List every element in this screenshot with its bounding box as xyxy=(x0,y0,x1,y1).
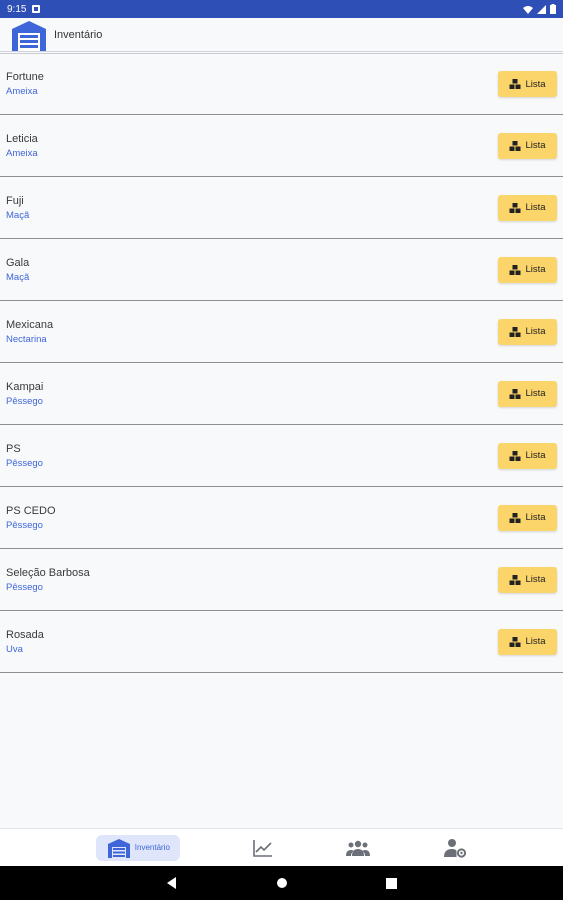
nav-inventario[interactable]: Inventário xyxy=(96,834,181,861)
lista-button[interactable]: Lista xyxy=(498,256,557,283)
list-item: Leticia Ameixa Lista xyxy=(0,115,563,177)
group-icon xyxy=(345,840,370,856)
user-settings-icon xyxy=(443,838,466,858)
list-item: PS CEDO Pêssego Lista xyxy=(0,487,563,549)
warehouse-icon xyxy=(107,838,130,858)
signal-icon xyxy=(537,4,546,14)
item-name: Gala xyxy=(6,256,30,269)
list-item: Rosada Uva Lista xyxy=(0,611,563,673)
item-name: Leticia xyxy=(6,132,38,145)
list-item: PS Pêssego Lista xyxy=(0,425,563,487)
lista-button[interactable]: Lista xyxy=(498,71,557,97)
item-name: PS xyxy=(6,442,21,455)
item-name: Seleção Barbosa xyxy=(6,566,90,579)
item-type: Maçã xyxy=(6,209,30,221)
lista-label: Lista xyxy=(525,574,546,585)
lista-label: Lista xyxy=(525,202,546,213)
item-type: Pêssego xyxy=(6,581,43,593)
boxes-icon xyxy=(509,264,521,275)
android-nav-bar xyxy=(0,866,563,900)
home-icon[interactable] xyxy=(276,877,288,889)
list-item: Fortune Ameixa Lista xyxy=(0,53,563,115)
lista-button[interactable]: Lista xyxy=(498,380,557,407)
lista-button[interactable]: Lista xyxy=(498,628,557,655)
item-type: Pêssego xyxy=(6,457,43,469)
list-item: Gala Maçã Lista xyxy=(0,239,563,301)
chart-icon xyxy=(253,839,273,857)
boxes-icon xyxy=(509,326,521,337)
lista-label: Lista xyxy=(525,512,546,523)
nav-chart[interactable] xyxy=(253,835,273,861)
boxes-icon xyxy=(509,202,521,213)
status-time: 9:15 xyxy=(7,3,27,15)
lista-button[interactable]: Lista xyxy=(498,504,557,531)
lista-button[interactable]: Lista xyxy=(498,566,557,593)
boxes-icon xyxy=(509,512,521,523)
list-item: Kampai Pêssego Lista xyxy=(0,363,563,425)
nav-group[interactable] xyxy=(345,835,370,861)
item-type: Uva xyxy=(6,643,23,655)
page-title: Inventário xyxy=(54,28,103,41)
inventory-list: Fortune Ameixa Lista Leticia Ameixa List… xyxy=(0,53,563,673)
nav-user-settings[interactable] xyxy=(443,835,467,861)
bottom-nav: Inventário xyxy=(0,828,563,866)
item-name: Kampai xyxy=(6,380,44,393)
item-type: Maçã xyxy=(6,271,30,283)
lista-label: Lista xyxy=(525,326,546,337)
boxes-icon xyxy=(509,450,521,461)
item-name: Mexicana xyxy=(6,318,54,331)
lista-button[interactable]: Lista xyxy=(498,132,557,159)
lista-label: Lista xyxy=(525,450,546,461)
boxes-icon xyxy=(509,636,521,647)
boxes-icon xyxy=(509,79,521,89)
list-item: Mexicana Nectarina Lista xyxy=(0,301,563,363)
item-type: Pêssego xyxy=(6,395,43,407)
lista-label: Lista xyxy=(525,140,546,151)
lista-button[interactable]: Lista xyxy=(498,194,557,221)
notification-icon xyxy=(32,5,41,13)
wifi-icon xyxy=(523,5,533,14)
status-bar: 9:15 xyxy=(0,0,563,18)
lista-label: Lista xyxy=(525,388,546,399)
item-name: PS CEDO xyxy=(6,504,56,517)
warehouse-icon xyxy=(12,20,46,51)
nav-inventario-label: Inventário xyxy=(134,843,170,852)
list-item: Fuji Maçã Lista xyxy=(0,177,563,239)
item-name: Fuji xyxy=(6,194,24,207)
item-name: Rosada xyxy=(6,628,44,641)
app-header: Inventário xyxy=(0,18,563,52)
list-item: Seleção Barbosa Pêssego Lista xyxy=(0,549,563,611)
lista-label: Lista xyxy=(525,636,546,647)
boxes-icon xyxy=(509,140,521,151)
boxes-icon xyxy=(509,388,521,399)
item-type: Pêssego xyxy=(6,519,43,531)
item-type: Nectarina xyxy=(6,333,47,345)
battery-icon xyxy=(550,4,556,14)
item-type: Ameixa xyxy=(6,147,38,159)
lista-button[interactable]: Lista xyxy=(498,442,557,469)
boxes-icon xyxy=(509,574,521,585)
back-icon[interactable] xyxy=(166,877,178,889)
item-type: Ameixa xyxy=(6,86,38,97)
recents-icon[interactable] xyxy=(386,877,397,889)
lista-label: Lista xyxy=(525,78,546,90)
item-name: Fortune xyxy=(6,71,44,83)
lista-button[interactable]: Lista xyxy=(498,318,557,345)
lista-label: Lista xyxy=(525,264,546,275)
